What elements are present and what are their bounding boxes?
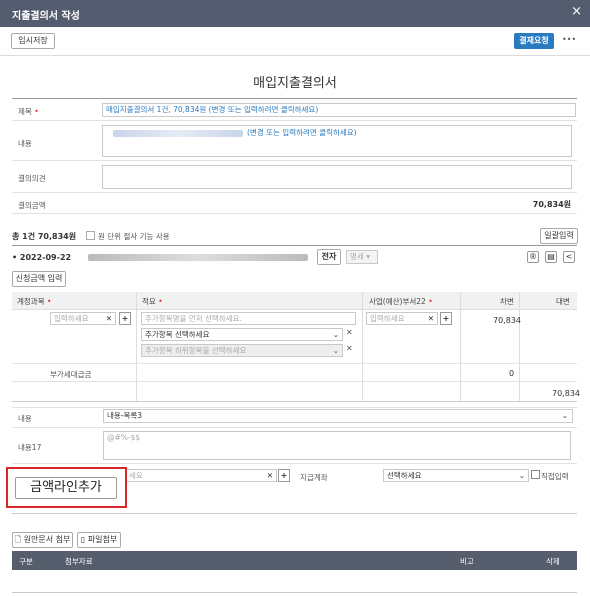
dept-input[interactable]: 입력하세요 ✕	[366, 312, 438, 325]
mid-add-icon[interactable]: +	[278, 469, 290, 482]
grid-icon[interactable]: ▤	[545, 251, 557, 263]
detail-content-label: 내용	[18, 414, 32, 423]
approve-button[interactable]: 결재요청	[514, 33, 554, 49]
temp-save-button[interactable]: 임시저장	[11, 33, 55, 49]
col-summary: 적요 •	[142, 297, 163, 306]
highlight-box: 금액라인추가	[6, 467, 127, 508]
account-add-icon[interactable]: +	[119, 312, 131, 325]
add-amount-line-button[interactable]: 금액라인추가	[15, 477, 117, 499]
col-dept: 사업(예산)부서22 •	[369, 297, 433, 306]
vat-value: 0	[509, 369, 515, 378]
document-title: 매입지출결의서	[253, 76, 337, 91]
remove-subitem-icon[interactable]: ✕	[346, 344, 353, 353]
entry-date: • 2022-09-22	[12, 253, 72, 262]
amount-value: 70,834원	[532, 200, 571, 209]
vat-label: 부가세대급금	[50, 370, 92, 379]
won-unit-checkbox[interactable]	[86, 231, 95, 240]
r-icon[interactable]: ®	[527, 251, 539, 263]
summary-input[interactable]: 추가항목명을 먼저 선택하세요.	[141, 312, 356, 325]
amount-label: 결의금액	[18, 201, 46, 210]
content-hint: (변경 또는 입력하려면 클릭하세요)	[247, 128, 357, 137]
share-icon[interactable]: <	[563, 251, 575, 263]
blurred-entry-info	[88, 254, 308, 261]
content17-textarea[interactable]: @#%-$$	[103, 431, 571, 460]
esign-button[interactable]: 전자	[317, 249, 341, 265]
attach-table-header: 구분 첨부자료 비고 삭제	[12, 551, 577, 570]
window-title: 지출결의서 작성	[12, 11, 80, 22]
add-item-select[interactable]: 추가항목 선택하세요 ⌄	[141, 328, 343, 341]
content-select[interactable]: 내용-목록3 ⌄	[103, 409, 573, 423]
statement-dropdown[interactable]: 명세 ▾	[346, 250, 378, 264]
title-input[interactable]: 매입지출결의서 1건, 70,834원 (변경 또는 입력하려면 클릭하세요)	[102, 103, 576, 117]
col-debit: 차변	[500, 297, 514, 306]
attach-col-type: 구분	[19, 557, 33, 566]
col-divider	[362, 292, 363, 402]
divider	[12, 592, 577, 593]
blurred-text	[113, 130, 243, 137]
row-divider	[12, 363, 577, 364]
content-label: 내용	[18, 139, 32, 148]
opinion-label: 결의의견	[18, 174, 46, 183]
amount-row: 결의금액 70,834원	[12, 193, 577, 214]
remove-item-icon[interactable]: ✕	[346, 328, 353, 337]
row-divider	[12, 401, 577, 402]
attach-col-note: 비고	[460, 557, 474, 566]
table-header: 계정과목 • 적요 • 사업(예산)부서22 • 차변 대변	[12, 292, 577, 310]
won-unit-label: 원 단위 절사 기능 사용	[98, 232, 170, 241]
opinion-textarea[interactable]	[102, 165, 572, 189]
sub-item-select[interactable]: 추가항목 하위항목을 선택하세요 ⌄	[141, 344, 343, 357]
bulk-input-button[interactable]: 일괄입력	[540, 228, 578, 244]
divider	[12, 463, 577, 464]
col-divider	[136, 292, 137, 402]
account-label: 지급계좌	[300, 473, 328, 482]
col-account: 계정과목 •	[17, 297, 52, 306]
content-textarea[interactable]: (변경 또는 입력하려면 클릭하세요)	[102, 125, 572, 157]
title-row: 제목 • 매입지출결의서 1건, 70,834원 (변경 또는 입력하려면 클릭…	[12, 99, 577, 121]
divider	[12, 427, 577, 428]
title-label: 제목 •	[18, 107, 39, 116]
attach-col-file: 첨부자료	[65, 557, 93, 566]
credit-total: 70,834	[552, 389, 580, 398]
more-icon[interactable]: •••	[562, 35, 576, 44]
window-titlebar: 지출결의서 작성 ×	[0, 0, 590, 27]
amount-input-button[interactable]: 신청금액 입력	[12, 271, 66, 287]
divider	[12, 407, 577, 408]
mid-input[interactable]: 세요 ✕	[125, 469, 277, 482]
account-input[interactable]: 입력하세요 ✕	[50, 312, 116, 325]
opinion-row: 결의의견	[12, 161, 577, 193]
col-credit: 대변	[556, 297, 570, 306]
file-attach-button[interactable]: ▯ 파일첨부	[77, 532, 121, 548]
toolbar: 임시저장 결재요청 •••	[0, 27, 590, 56]
direct-input-label: 직접입력	[541, 472, 569, 481]
content-row: 내용 (변경 또는 입력하려면 클릭하세요)	[12, 121, 577, 161]
direct-input-checkbox[interactable]	[531, 470, 540, 479]
col-divider	[460, 292, 461, 402]
col-divider	[519, 292, 520, 402]
account-select[interactable]: 선택하세요 ⌄	[383, 469, 529, 482]
divider	[12, 513, 577, 514]
row-divider	[12, 381, 577, 382]
draft-attach-button[interactable]: 🗋 원안문서 첨부	[12, 532, 73, 548]
dept-add-icon[interactable]: +	[440, 312, 452, 325]
content17-label: 내용17	[18, 443, 42, 452]
total-summary: 총 1건 70,834원	[12, 232, 77, 241]
attach-col-delete: 삭제	[546, 557, 560, 566]
divider	[12, 245, 577, 246]
close-icon[interactable]: ×	[571, 4, 582, 19]
debit-value: 70,834	[493, 316, 521, 325]
